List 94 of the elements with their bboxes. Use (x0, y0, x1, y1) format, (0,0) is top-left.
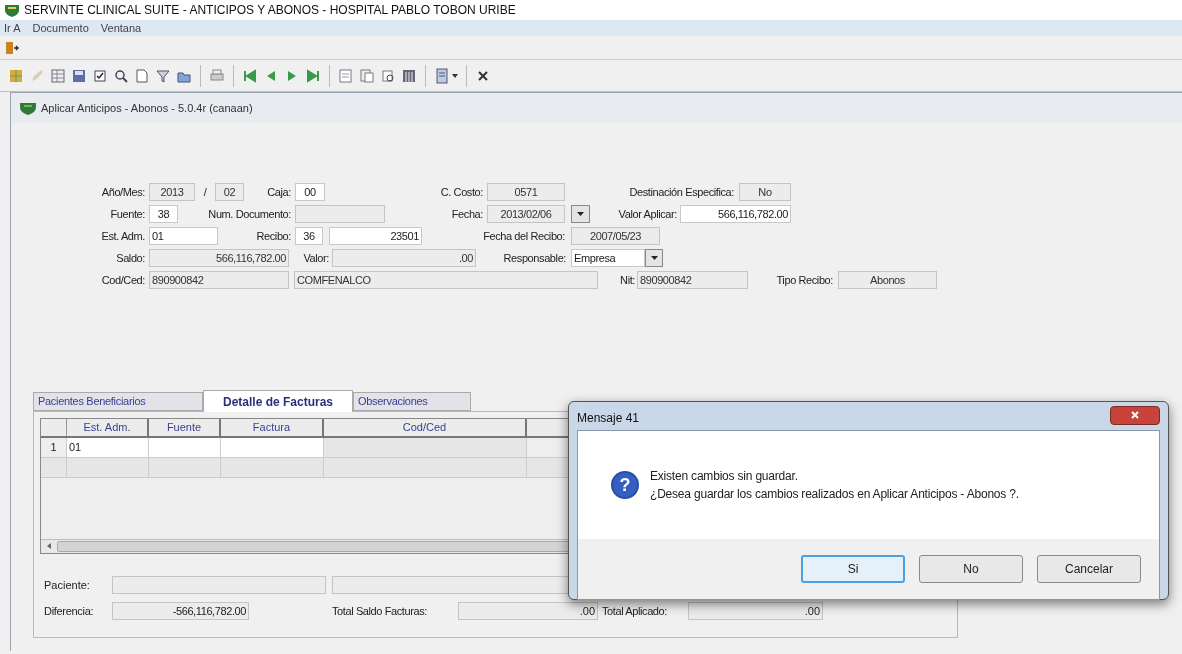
report-icon[interactable] (338, 67, 354, 84)
dialog-title: Mensaje 41 (577, 410, 640, 427)
message-text: ¿Desea guardar los cambios realizados en Aplicar Anticipos - Abonos ?. (650, 486, 1019, 503)
field-label: Diferencia: (43, 603, 95, 619)
field-label: Num. Documento: (207, 206, 291, 222)
input-field[interactable]: 38 (149, 205, 178, 223)
input-field[interactable]: 0571 (487, 183, 565, 201)
field-label: Valor: (302, 250, 329, 266)
dialog-button[interactable]: Cancelar (1037, 555, 1141, 583)
column-header: Fuente (149, 419, 221, 436)
field-label: Destinación Especifica: (628, 184, 734, 200)
field-label: Total Aplicado: (602, 603, 668, 619)
column-header: Factura (221, 419, 324, 436)
last-icon[interactable] (305, 67, 321, 84)
field-label: C. Costo: (439, 184, 483, 200)
child-window-title: Aplicar Anticipos - Abonos - 5.0.4r (canaan) (41, 100, 253, 116)
field-label: / (202, 184, 208, 200)
field-label: Responsable: (502, 250, 566, 266)
close-icon (1130, 410, 1140, 420)
dropdown-button[interactable] (645, 249, 663, 267)
exit-door-icon[interactable] (4, 39, 20, 56)
close-button[interactable] (1110, 405, 1160, 425)
column-header: Cod/Ced (324, 419, 527, 436)
field-label: Caja: (266, 184, 291, 200)
input-field[interactable] (112, 576, 326, 594)
field-label: Nit: (619, 272, 635, 288)
field-label: Fecha: (450, 206, 483, 222)
field-label: Est. Adm. (100, 228, 145, 244)
question-icon: ? (610, 470, 640, 500)
table-cell[interactable]: 01 (67, 438, 149, 457)
message-text: Existen cambios sin guardar. (650, 468, 799, 485)
columns-icon[interactable] (401, 67, 417, 84)
input-field[interactable]: Empresa (571, 249, 645, 267)
input-field[interactable]: .00 (688, 602, 823, 620)
input-field[interactable]: Abonos (838, 271, 937, 289)
input-field[interactable]: .00 (458, 602, 598, 620)
field-label: Recibo: (255, 228, 291, 244)
field-label: Fuente: (109, 206, 145, 222)
field-label: Cod/Ced: (100, 272, 145, 288)
input-field[interactable]: COMFENALCO (294, 271, 598, 289)
input-field[interactable]: 566,116,782.00 (149, 249, 289, 267)
window-title: SERVINTE CLINICAL SUITE - ANTICIPOS Y ABONOS - HOSPITAL PABLO TOBON URIBE (24, 2, 516, 19)
copy-icon[interactable] (359, 67, 375, 84)
table-cell[interactable] (149, 438, 221, 457)
field-label: Total Saldo Facturas: (332, 603, 428, 619)
input-field[interactable]: No (739, 183, 791, 201)
input-field[interactable]: .00 (332, 249, 476, 267)
input-field[interactable]: 01 (149, 227, 218, 245)
dialog-button[interactable]: Si (801, 555, 905, 583)
caret-icon (577, 212, 584, 216)
field-label: Saldo: (115, 250, 145, 266)
tab[interactable]: Pacientes Beneficiarios (33, 392, 203, 411)
field-label: Año/Mes: (100, 184, 145, 200)
table-icon[interactable] (50, 67, 66, 84)
field-label: Paciente: (43, 577, 91, 593)
input-field[interactable]: 566,116,782.00 (680, 205, 791, 223)
field-label: Fecha del Recibo: (482, 228, 565, 244)
input-field[interactable]: 2013 (149, 183, 195, 201)
input-field[interactable] (295, 205, 385, 223)
checkbox-icon[interactable] (92, 67, 108, 84)
tab[interactable]: Observaciones (353, 392, 471, 411)
app-logo-icon (4, 3, 20, 17)
menu-item[interactable]: Ir A (4, 19, 21, 37)
caret-icon (650, 256, 658, 260)
field-label: Valor Aplicar: (617, 206, 677, 222)
input-field[interactable]: 890900842 (637, 271, 748, 289)
input-field[interactable]: -566,116,782.00 (112, 602, 249, 620)
table-cell[interactable] (324, 438, 527, 457)
input-field[interactable]: 02 (215, 183, 244, 201)
menu-item[interactable]: Ventana (100, 19, 142, 37)
input-field[interactable]: 23501 (329, 227, 422, 245)
first-icon[interactable] (242, 67, 258, 84)
dialog-button[interactable]: No (919, 555, 1023, 583)
filter-icon[interactable] (155, 67, 171, 84)
input-field[interactable]: 890900842 (149, 271, 289, 289)
save-icon[interactable] (71, 67, 87, 84)
input-field[interactable]: 2013/02/06 (487, 205, 565, 223)
grid-icon[interactable] (8, 67, 24, 84)
shield-logo-icon (19, 101, 37, 115)
scroll-left-icon[interactable] (47, 543, 51, 550)
caret-icon[interactable] (452, 73, 458, 78)
table-cell[interactable] (221, 438, 324, 457)
input-field[interactable]: 36 (295, 227, 323, 245)
printer-icon[interactable] (209, 67, 225, 84)
input-field[interactable]: 2007/05/23 (571, 227, 660, 245)
dropdown-button[interactable] (571, 205, 590, 223)
search-icon[interactable] (113, 67, 129, 84)
input-field[interactable]: 00 (295, 183, 325, 201)
tab[interactable]: Detalle de Facturas (203, 390, 353, 412)
menu-item[interactable]: Documento (32, 19, 89, 37)
document-icon[interactable] (134, 67, 150, 84)
print-preview-icon[interactable] (380, 67, 396, 84)
column-header: Est. Adm. (67, 419, 149, 436)
field-label: Tipo Recibo: (775, 272, 833, 288)
